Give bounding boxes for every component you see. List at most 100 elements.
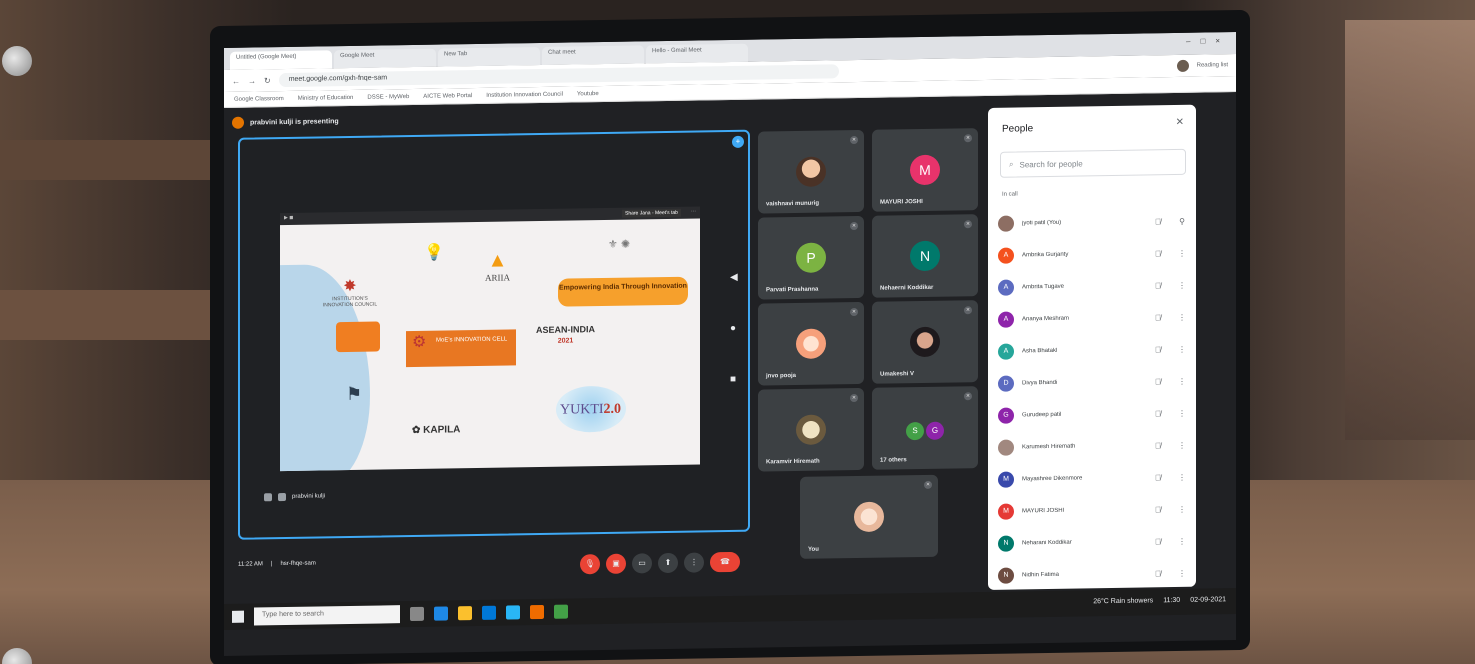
mic-off-icon[interactable]: 🎙̸ bbox=[1148, 441, 1168, 450]
bookmark[interactable]: Ministry of Education bbox=[298, 94, 354, 101]
forward-icon[interactable]: → bbox=[248, 76, 256, 85]
more-icon[interactable]: ⋮ bbox=[1176, 536, 1188, 545]
date-text[interactable]: 02-09-2021 bbox=[1190, 596, 1226, 604]
mic-off-icon[interactable]: 🎙̸ bbox=[1148, 537, 1168, 546]
bookmark[interactable]: Institution Innovation Council bbox=[486, 91, 563, 98]
edge-icon[interactable] bbox=[434, 606, 448, 621]
windows-taskbar: Type here to search 26°C Rain showers 11… bbox=[224, 588, 1236, 630]
call-controls: 🎙 ▣ ▭ ⬆ ⋮ ☎ bbox=[580, 551, 740, 575]
list-item[interactable]: M MAYURI JOSHI 🎙̸ ⋮ bbox=[998, 493, 1188, 528]
mic-off-icon[interactable]: 🎙̸ bbox=[1148, 505, 1168, 514]
list-item[interactable]: A Ambrika Gurjanty 🎙̸ ⋮ bbox=[998, 237, 1188, 272]
bookmark[interactable]: DSSE - MyWeb bbox=[367, 94, 409, 101]
camera-off-button[interactable]: ▣ bbox=[606, 553, 626, 574]
mic-off-icon[interactable]: 🎙̸ bbox=[1148, 217, 1168, 226]
reload-icon[interactable]: ↻ bbox=[264, 76, 271, 85]
bookmark[interactable]: Google Classroom bbox=[234, 96, 284, 103]
more-icon[interactable]: ⋮ bbox=[1176, 504, 1188, 513]
taskbar-search-input[interactable]: Type here to search bbox=[254, 605, 400, 626]
mic-off-icon: ✕ bbox=[850, 221, 858, 231]
store-icon[interactable] bbox=[482, 605, 496, 620]
mic-off-icon[interactable]: 🎙̸ bbox=[1148, 377, 1168, 386]
captions-button[interactable]: ▭ bbox=[632, 553, 652, 574]
stop-icon[interactable]: ■ bbox=[730, 374, 738, 385]
mic-off-icon[interactable]: 🎙̸ bbox=[1148, 345, 1168, 354]
participant-tile[interactable]: ✕ P Parvati Prashanna bbox=[758, 215, 864, 300]
more-icon[interactable]: ⋮ bbox=[1176, 344, 1188, 353]
windows-start-icon[interactable] bbox=[232, 610, 244, 623]
office-icon[interactable] bbox=[530, 604, 544, 620]
browser-tab[interactable]: Google Meet bbox=[334, 48, 436, 69]
browser-tab[interactable]: New Tab bbox=[438, 46, 540, 67]
back-icon[interactable]: ← bbox=[232, 76, 240, 85]
collapse-icon[interactable]: ◀ bbox=[730, 272, 738, 283]
search-icon: ⌕ bbox=[1009, 159, 1014, 169]
self-tile[interactable]: ✕ You bbox=[800, 474, 938, 559]
system-tray: 26°C Rain showers 11:30 02-09-2021 bbox=[1093, 596, 1226, 605]
participant-tile[interactable]: ✕ vaishnavi munurig bbox=[758, 129, 864, 214]
browser-tab[interactable]: Untitled (Google Meet) bbox=[230, 50, 332, 70]
list-item[interactable]: A Ambrita Tugave 🎙̸ ⋮ bbox=[998, 269, 1188, 304]
browser-tab[interactable]: Hello - Gmail Meet bbox=[646, 43, 748, 64]
more-icon[interactable]: ⋮ bbox=[1176, 408, 1188, 417]
others-tile[interactable]: ✕ SG 17 others bbox=[872, 386, 978, 470]
mic-off-icon[interactable]: 🎙̸ bbox=[1148, 281, 1168, 290]
participant-tile[interactable]: ✕ Karamvir Hiremath bbox=[758, 387, 864, 472]
more-icon[interactable]: ⋮ bbox=[1176, 248, 1188, 257]
meeting-code: hsr-fhqe-sam bbox=[280, 560, 316, 568]
chrome-icon[interactable] bbox=[554, 604, 568, 619]
mic-off-icon[interactable]: 🎙̸ bbox=[1148, 409, 1168, 418]
folder-icon[interactable] bbox=[458, 606, 472, 621]
mic-off-icon[interactable]: 🎙̸ bbox=[1148, 313, 1168, 322]
list-item[interactable]: M Mayashree Dikenmore 🎙̸ ⋮ bbox=[998, 461, 1188, 496]
more-icon[interactable]: ⋮ bbox=[1176, 376, 1188, 385]
divider: | bbox=[270, 561, 273, 568]
participant-tile[interactable]: ✕ jnvo pooja bbox=[758, 301, 864, 386]
list-item[interactable]: jyoti patil (You) 🎙̸ ⚲ bbox=[998, 205, 1188, 240]
kapila-logo: ✿ KAPILA bbox=[412, 424, 461, 436]
more-icon[interactable]: ⋮ bbox=[1176, 568, 1188, 577]
more-icon[interactable]: ⋮ bbox=[1176, 440, 1188, 449]
more-icon[interactable]: ⋮ bbox=[1176, 280, 1188, 289]
mic-off-icon[interactable]: 🎙̸ bbox=[1148, 473, 1168, 482]
mic-off-icon[interactable]: 🎙̸ bbox=[1148, 569, 1168, 578]
bookmark[interactable]: Youtube bbox=[577, 91, 599, 97]
clock-text[interactable]: 11:30 bbox=[1163, 597, 1180, 604]
reading-list-button[interactable]: Reading list bbox=[1197, 62, 1228, 68]
weather-text[interactable]: 26°C Rain showers bbox=[1093, 597, 1153, 605]
list-item[interactable]: G Gurudeep patil 🎙̸ ⋮ bbox=[998, 397, 1188, 432]
end-call-button[interactable]: ☎ bbox=[710, 551, 740, 573]
presentation-stage[interactable]: + ▶ ◼ ⋯ Share Jana - Meet's tab ✸ INSTITU… bbox=[238, 129, 750, 540]
bookmark[interactable]: AICTE Web Portal bbox=[423, 93, 472, 100]
participant-tile[interactable]: ✕ N Nehaerni Koddikar bbox=[872, 214, 978, 298]
list-item[interactable]: A Ananya Meshram 🎙̸ ⋮ bbox=[998, 301, 1188, 336]
profile-avatar[interactable] bbox=[1176, 59, 1189, 72]
browser-tab[interactable]: Chat meet bbox=[542, 45, 644, 65]
mic-off-icon: ✕ bbox=[850, 393, 858, 403]
task-view-icon[interactable] bbox=[410, 606, 424, 622]
participant-tile[interactable]: ✕ Umakeshi V bbox=[872, 300, 978, 384]
list-item[interactable]: N Neharani Koddikar 🎙̸ ⋮ bbox=[998, 525, 1188, 560]
bulb-logo: 💡 bbox=[424, 244, 444, 262]
record-icon[interactable]: ● bbox=[730, 323, 738, 334]
mic-off-button[interactable]: 🎙 bbox=[580, 554, 600, 575]
more-icon[interactable]: ⋮ bbox=[1176, 312, 1188, 321]
list-item[interactable]: A Asha Bhatakl 🎙̸ ⋮ bbox=[998, 333, 1188, 368]
avatar: N bbox=[998, 535, 1014, 552]
close-icon[interactable]: ✕ bbox=[1176, 117, 1184, 128]
list-item[interactable]: N Nidhin Fatima 🎙̸ ⋮ bbox=[998, 557, 1188, 592]
punch-hole bbox=[2, 46, 32, 76]
pin-icon[interactable]: + bbox=[732, 135, 744, 148]
pin-icon[interactable]: ⚲ bbox=[1176, 216, 1188, 225]
mic-off-icon[interactable]: 🎙̸ bbox=[1148, 249, 1168, 258]
mail-icon[interactable] bbox=[506, 605, 520, 620]
window-controls[interactable]: –□× bbox=[1186, 36, 1230, 46]
present-button[interactable]: ⬆ bbox=[658, 552, 678, 574]
participant-tile[interactable]: ✕ M MAYURI JOSHI bbox=[872, 128, 978, 212]
search-people-input[interactable]: ⌕ Search for people bbox=[1000, 148, 1186, 178]
more-options-button[interactable]: ⋮ bbox=[684, 552, 704, 573]
list-item[interactable]: D Divya Bhandi 🎙̸ ⋮ bbox=[998, 365, 1188, 400]
more-icon[interactable]: ⋮ bbox=[1176, 472, 1188, 481]
avatar bbox=[854, 501, 884, 533]
list-item[interactable]: Karumesh Hiremath 🎙̸ ⋮ bbox=[998, 429, 1188, 464]
